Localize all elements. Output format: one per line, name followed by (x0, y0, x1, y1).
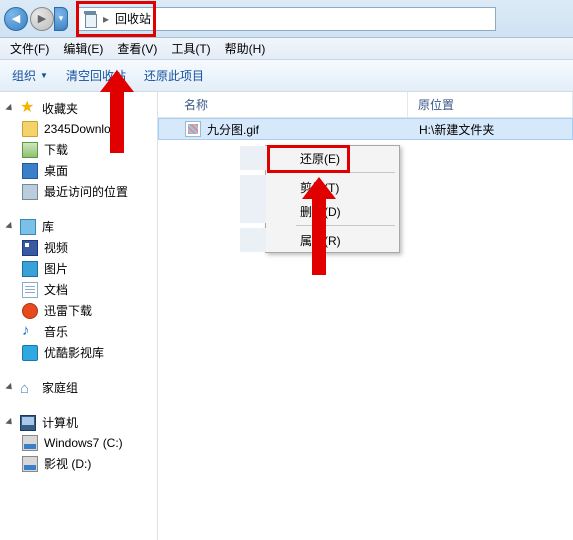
folder-icon (22, 121, 38, 137)
column-headers: 名称 原位置 (158, 92, 573, 118)
recycle-bin-icon (83, 11, 97, 27)
xunlei-icon (22, 303, 38, 319)
drive-icon (22, 435, 38, 451)
column-name[interactable]: 名称 (158, 92, 408, 117)
computer-group[interactable]: 计算机 (0, 412, 157, 433)
sidebar-item-drive-d[interactable]: 影视 (D:) (0, 453, 157, 474)
breadcrumb[interactable]: ▸ 回收站 (76, 7, 496, 31)
sidebar-item-recent[interactable]: 最近访问的位置 (0, 181, 157, 202)
navigation-tree[interactable]: ★ 收藏夹 2345Downloa 下载 桌面 最近访问的位置 库 视频 图片 … (0, 92, 158, 540)
sidebar-item-youku[interactable]: 优酷影视库 (0, 342, 157, 363)
computer-icon (20, 415, 36, 431)
expander-icon[interactable] (5, 418, 14, 427)
breadcrumb-label: 回收站 (115, 10, 151, 27)
menu-separator (296, 172, 395, 173)
sidebar-item-pictures[interactable]: 图片 (0, 258, 157, 279)
nav-forward-button[interactable]: ▶ (30, 7, 54, 31)
menu-tools[interactable]: 工具(T) (165, 38, 216, 59)
menu-file[interactable]: 文件(F) (4, 38, 55, 59)
restore-item-button[interactable]: 还原此项目 (144, 67, 204, 84)
youku-icon (22, 345, 38, 361)
ctx-cut[interactable]: 剪切(T) (240, 175, 399, 199)
picture-icon (22, 261, 38, 277)
organize-button[interactable]: 组织 ▼ (12, 67, 48, 84)
organize-label: 组织 (12, 67, 36, 84)
sidebar-item-music[interactable]: ♪音乐 (0, 321, 157, 342)
menu-help[interactable]: 帮助(H) (219, 38, 272, 59)
nav-back-button[interactable]: ◀ (4, 7, 28, 31)
favorites-group[interactable]: ★ 收藏夹 (0, 98, 157, 119)
menu-view[interactable]: 查看(V) (111, 38, 163, 59)
sidebar-item-documents[interactable]: 文档 (0, 279, 157, 300)
sidebar-item-videos[interactable]: 视频 (0, 237, 157, 258)
ctx-properties[interactable]: 属性(R) (240, 228, 399, 252)
sidebar-item-2345downloads[interactable]: 2345Downloa (0, 119, 157, 139)
star-icon: ★ (20, 101, 36, 117)
file-location: H:\新建文件夹 (409, 121, 572, 138)
chevron-right-icon: ▸ (103, 12, 109, 26)
menu-separator (296, 225, 395, 226)
expander-icon[interactable] (5, 104, 14, 113)
sidebar-item-xunlei[interactable]: 迅雷下载 (0, 300, 157, 321)
music-icon: ♪ (22, 324, 38, 340)
sidebar-item-drive-c[interactable]: Windows7 (C:) (0, 433, 157, 453)
expander-icon[interactable] (5, 222, 14, 231)
nav-history-dropdown[interactable]: ▾ (54, 7, 68, 31)
sidebar-item-desktop[interactable]: 桌面 (0, 160, 157, 181)
desktop-icon (22, 163, 38, 179)
menu-edit[interactable]: 编辑(E) (57, 38, 109, 59)
download-icon (22, 142, 38, 158)
library-icon (20, 219, 36, 235)
gif-file-icon (185, 121, 201, 137)
address-bar: ◀ ▶ ▾ ▸ 回收站 (0, 0, 573, 38)
empty-recycle-bin-button[interactable]: 清空回收站 (66, 67, 126, 84)
libraries-group[interactable]: 库 (0, 216, 157, 237)
toolbar: 组织 ▼ 清空回收站 还原此项目 (0, 60, 573, 92)
video-icon (22, 240, 38, 256)
file-row[interactable]: 九分图.gif H:\新建文件夹 (158, 118, 573, 140)
homegroup-icon: ⌂ (20, 380, 36, 396)
recent-icon (22, 184, 38, 200)
file-name: 九分图.gif (207, 121, 259, 138)
ctx-delete[interactable]: 删除(D) (240, 199, 399, 223)
column-location[interactable]: 原位置 (408, 92, 573, 117)
menu-bar: 文件(F) 编辑(E) 查看(V) 工具(T) 帮助(H) (0, 38, 573, 60)
drive-icon (22, 456, 38, 472)
ctx-restore[interactable]: 还原(E) (240, 146, 399, 170)
context-menu: 还原(E) 剪切(T) 删除(D) 属性(R) (265, 145, 400, 253)
chevron-down-icon: ▼ (40, 71, 48, 80)
sidebar-item-downloads[interactable]: 下载 (0, 139, 157, 160)
homegroup-group[interactable]: ⌂ 家庭组 (0, 377, 157, 398)
document-icon (22, 282, 38, 298)
expander-icon[interactable] (5, 383, 14, 392)
